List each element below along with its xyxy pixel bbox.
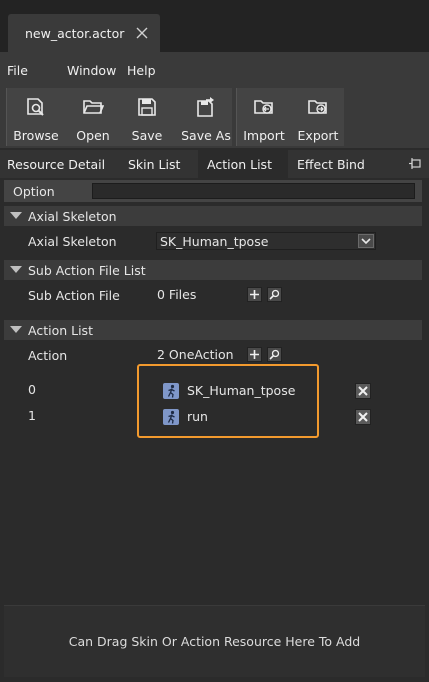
import-label: Import — [243, 128, 285, 143]
menu-help[interactable]: Help — [127, 63, 156, 78]
axial-skeleton-label: Axial Skeleton — [28, 234, 117, 249]
sub-action-file-count: 0 Files — [157, 287, 197, 302]
open-label: Open — [76, 128, 110, 143]
sub-action-file-label: Sub Action File — [28, 288, 120, 303]
action-row-index: 0 — [28, 382, 36, 397]
tab-action-list[interactable]: Action List — [198, 150, 288, 178]
plus-icon — [250, 290, 259, 299]
option-row: Option — [4, 180, 422, 202]
export-label: Export — [297, 128, 339, 143]
option-field[interactable] — [92, 183, 415, 199]
section-action-list[interactable]: Action List — [4, 320, 422, 340]
document-tab-bar: new_actor.actor — [0, 0, 429, 52]
add-action-button[interactable] — [247, 347, 262, 362]
export-button[interactable]: Export — [291, 88, 345, 146]
save-icon — [138, 98, 156, 116]
pin-icon[interactable] — [408, 157, 422, 171]
menu-file[interactable]: File — [7, 63, 28, 78]
highlight-box — [137, 364, 319, 438]
remove-x-icon — [358, 412, 368, 422]
section-title: Sub Action File List — [28, 263, 146, 278]
find-action-button[interactable] — [267, 347, 282, 362]
close-icon[interactable] — [134, 25, 150, 41]
action-count: 2 OneAction — [157, 347, 234, 362]
section-axial-skeleton[interactable]: Axial Skeleton — [4, 206, 422, 226]
menu-bar: File Window Help — [0, 52, 429, 84]
import-icon — [254, 100, 273, 114]
section-title: Action List — [28, 323, 93, 338]
file-toolbar-group: Browse Open Save Save As — [6, 88, 232, 146]
export-icon — [308, 100, 327, 114]
drop-zone[interactable]: Can Drag Skin Or Action Resource Here To… — [4, 605, 425, 677]
axial-skeleton-value: SK_Human_tpose — [160, 234, 269, 249]
find-sub-action-file-button[interactable] — [267, 287, 282, 302]
save-as-icon — [197, 97, 214, 117]
action-label: Action — [28, 348, 68, 363]
save-label: Save — [131, 128, 163, 143]
document-tab-title: new_actor.actor — [25, 26, 125, 41]
add-sub-action-file-button[interactable] — [247, 287, 262, 302]
expand-triangle-icon[interactable] — [10, 212, 22, 219]
axial-skeleton-dropdown[interactable]: SK_Human_tpose — [156, 232, 376, 250]
save-as-button[interactable]: Save As — [177, 88, 235, 146]
browse-label: Browse — [13, 128, 59, 143]
expand-triangle-icon[interactable] — [10, 266, 22, 273]
toolbar: Browse Open Save Save As Import Export — [0, 84, 429, 148]
option-label: Option — [13, 184, 55, 199]
drop-hint: Can Drag Skin Or Action Resource Here To… — [68, 634, 361, 649]
action-row-index: 1 — [28, 408, 36, 423]
panel-tab-bar: Resource Detail Skin List Action List Ef… — [0, 150, 429, 178]
section-sub-action-file-list[interactable]: Sub Action File List — [4, 260, 422, 280]
search-icon — [269, 289, 280, 300]
open-button[interactable]: Open — [65, 88, 121, 146]
remove-action-button[interactable] — [355, 409, 371, 425]
remove-action-button[interactable] — [355, 383, 371, 399]
section-title: Axial Skeleton — [28, 209, 117, 224]
import-button[interactable]: Import — [237, 88, 291, 146]
save-button[interactable]: Save — [121, 88, 173, 146]
transfer-toolbar-group: Import Export — [236, 88, 344, 146]
tab-skin-list[interactable]: Skin List — [118, 150, 198, 178]
tab-effect-bind[interactable]: Effect Bind — [288, 150, 388, 178]
browse-icon — [27, 98, 44, 116]
save-as-label: Save As — [181, 128, 231, 143]
dropdown-arrow-icon[interactable] — [358, 234, 374, 248]
search-icon — [269, 349, 280, 360]
expand-triangle-icon[interactable] — [10, 326, 22, 333]
document-tab[interactable]: new_actor.actor — [8, 14, 160, 52]
open-folder-icon — [83, 100, 104, 114]
menu-window[interactable]: Window — [67, 63, 116, 78]
browse-button[interactable]: Browse — [7, 88, 65, 146]
tab-resource-detail[interactable]: Resource Detail — [0, 150, 118, 178]
remove-x-icon — [358, 386, 368, 396]
plus-icon — [250, 350, 259, 359]
